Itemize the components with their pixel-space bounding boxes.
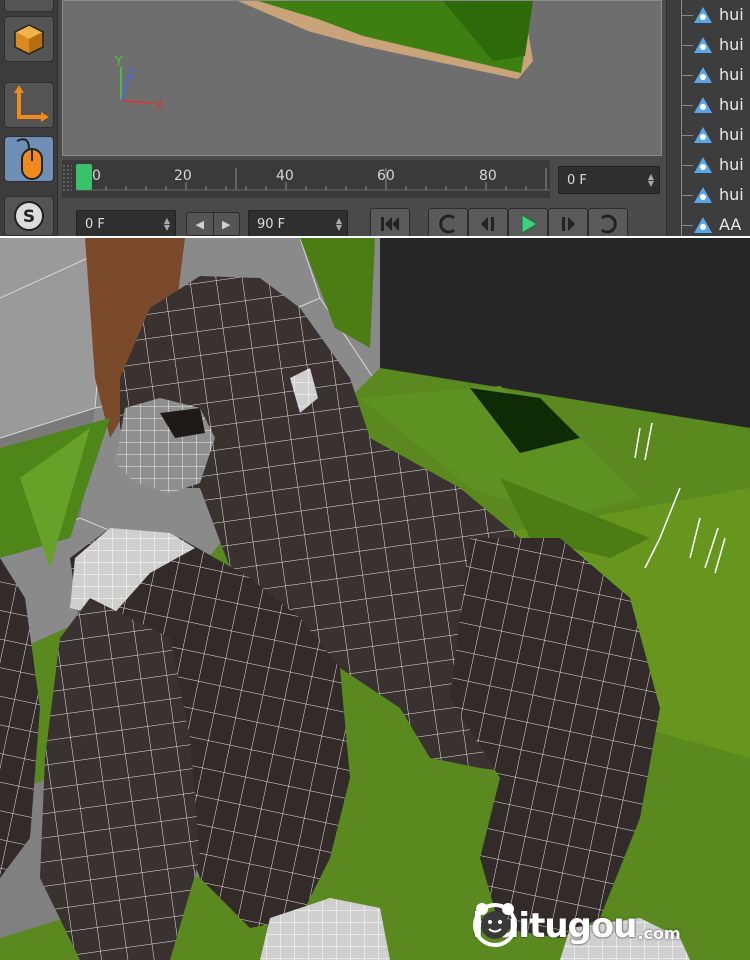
previous-keyframe-button[interactable] bbox=[428, 208, 468, 236]
joint-icon bbox=[694, 157, 712, 173]
watermark-domain: .com bbox=[637, 923, 681, 943]
axis-gizmo: Y Z X bbox=[114, 54, 163, 112]
previous-keyframe-icon bbox=[439, 214, 455, 234]
axis-x-label: X bbox=[155, 98, 163, 112]
editor-viewport[interactable]: Y Z X bbox=[62, 0, 662, 156]
tree-item[interactable]: AA bbox=[667, 210, 750, 236]
snap-label: S bbox=[23, 207, 35, 227]
tree-item[interactable]: hui bbox=[667, 90, 750, 120]
tree-item-label: hui bbox=[719, 125, 744, 144]
joint-icon bbox=[694, 37, 712, 53]
skip-to-start-icon bbox=[381, 217, 399, 231]
axis-icon bbox=[14, 85, 49, 122]
range-arrow-buttons[interactable]: ◀ ▶ bbox=[186, 212, 240, 236]
tree-item-label: AA bbox=[719, 215, 742, 234]
tree-item[interactable]: hui bbox=[667, 120, 750, 150]
tool-top-icon bbox=[14, 0, 44, 4]
tree-item-label: hui bbox=[719, 65, 744, 84]
tick-label: 20 bbox=[174, 168, 192, 184]
spinner-arrows-icon[interactable]: ▲ ▼ bbox=[336, 217, 342, 232]
play-icon bbox=[521, 214, 538, 234]
joint-icon bbox=[694, 127, 712, 143]
joint-icon bbox=[694, 7, 712, 23]
gorilla-render: huitugou .com bbox=[0, 238, 750, 960]
timeline-playhead[interactable] bbox=[76, 164, 92, 190]
editor-ui-strip: S Y Z X 0 20 40 60 80 0 F ▲ ▼ 0 F ▲ ▼ ◀ … bbox=[0, 0, 750, 236]
object-manager-panel: hui hui hui hui hui hui hui AA bbox=[666, 0, 750, 236]
cube-icon bbox=[14, 24, 44, 55]
tree-item[interactable]: hui bbox=[667, 60, 750, 90]
spinner-arrows-icon[interactable]: ▲ ▼ bbox=[648, 173, 654, 188]
tree-item-label: hui bbox=[719, 185, 744, 204]
arrow-right-icon[interactable]: ▶ bbox=[214, 213, 240, 235]
mouse-tool-button[interactable] bbox=[4, 136, 54, 182]
axis-tool-button[interactable] bbox=[4, 82, 54, 128]
tree-item[interactable]: hui bbox=[667, 150, 750, 180]
gorilla-wireframe-scene bbox=[0, 238, 750, 960]
axis-z-label: Z bbox=[127, 67, 135, 80]
snap-icon: S bbox=[14, 201, 44, 231]
tick-label: 60 bbox=[377, 168, 395, 184]
next-keyframe-button[interactable] bbox=[588, 208, 628, 236]
tick-label: 80 bbox=[479, 168, 497, 184]
current-frame-value: 0 F bbox=[567, 173, 587, 188]
snap-tool-button[interactable]: S bbox=[4, 196, 54, 236]
tree-item-label: hui bbox=[719, 155, 744, 174]
tree-item[interactable]: hui bbox=[667, 30, 750, 60]
previous-frame-icon bbox=[481, 217, 494, 231]
spinner-arrows-icon[interactable]: ▲ ▼ bbox=[164, 217, 170, 232]
mouse-icon bbox=[16, 138, 43, 180]
previous-frame-button[interactable] bbox=[468, 208, 508, 236]
skip-to-start-button[interactable] bbox=[370, 208, 410, 236]
next-frame-button[interactable] bbox=[548, 208, 588, 236]
end-frame-field[interactable]: 90 F ▲ ▼ bbox=[248, 210, 348, 236]
timeline-ruler[interactable]: 0 20 40 60 80 bbox=[62, 160, 550, 198]
left-toolbar: S bbox=[0, 0, 58, 236]
tree-item[interactable]: hui bbox=[667, 180, 750, 210]
next-frame-icon bbox=[562, 217, 575, 231]
watermark: huitugou .com bbox=[470, 898, 681, 954]
joint-icon bbox=[694, 187, 712, 203]
cube-tool-button[interactable] bbox=[4, 16, 54, 62]
tree-item-label: hui bbox=[719, 95, 744, 114]
next-keyframe-icon bbox=[601, 214, 617, 234]
tool-button-top[interactable] bbox=[4, 0, 54, 12]
axis-y-label: Y bbox=[114, 54, 123, 68]
arrow-left-icon[interactable]: ◀ bbox=[187, 213, 214, 235]
timeline-ticks bbox=[76, 168, 550, 191]
watermark-bear-icon bbox=[473, 903, 517, 947]
start-frame-value: 0 F bbox=[85, 217, 105, 232]
start-frame-field[interactable]: 0 F ▲ ▼ bbox=[76, 210, 176, 236]
viewport-scene: Y Z X bbox=[114, 1, 533, 112]
end-frame-value: 90 F bbox=[257, 217, 286, 232]
tree-item-label: hui bbox=[719, 5, 744, 24]
tick-label: 0 bbox=[92, 168, 101, 184]
joint-icon bbox=[694, 217, 712, 233]
play-button[interactable] bbox=[508, 208, 548, 236]
joint-icon bbox=[694, 67, 712, 83]
joint-icon bbox=[694, 97, 712, 113]
tree-item[interactable]: hui bbox=[667, 0, 750, 30]
tree-item-label: hui bbox=[719, 35, 744, 54]
tick-label: 40 bbox=[276, 168, 294, 184]
current-frame-field[interactable]: 0 F ▲ ▼ bbox=[558, 166, 660, 194]
